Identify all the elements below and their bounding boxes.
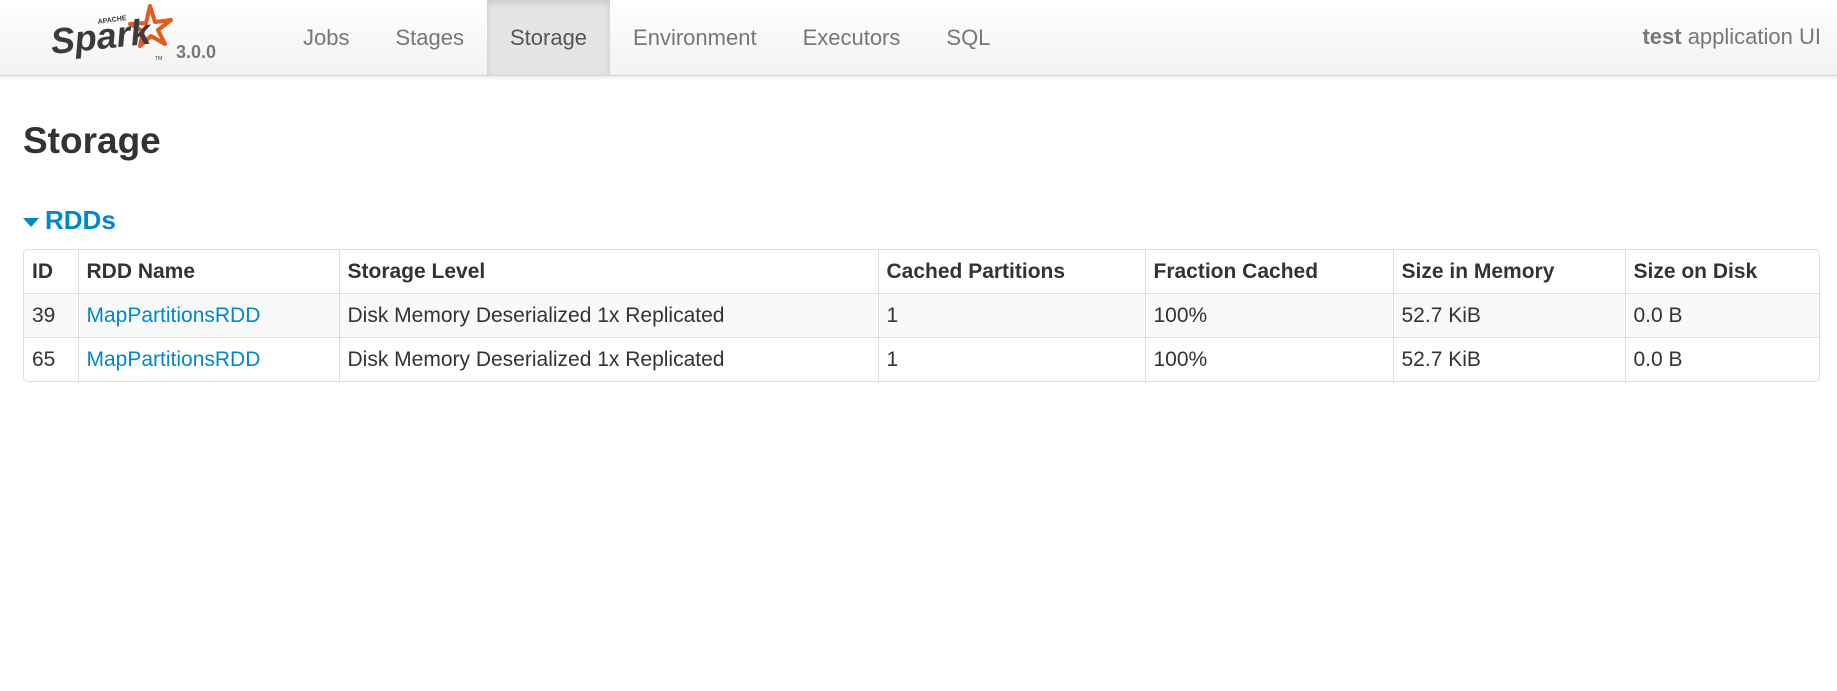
column-header-storage-level[interactable]: Storage Level <box>338 250 878 294</box>
triangle-down-icon <box>23 217 39 227</box>
column-header-cached-partitions[interactable]: Cached Partitions <box>877 250 1145 294</box>
spark-logo: APACHE Spark TM <box>52 4 173 62</box>
cell-storage-level: Disk Memory Deserialized 1x Replicated <box>338 337 878 381</box>
svg-text:TM: TM <box>155 56 162 62</box>
cell-size-on-disk: 0.0 B <box>1624 293 1819 338</box>
tab-sql[interactable]: SQL <box>923 0 1013 75</box>
rdd-table-container: ID RDD Name Storage Level Cached Partiti… <box>23 249 1820 382</box>
application-name-rest: application UI <box>1681 24 1821 49</box>
column-header-rdd-name[interactable]: RDD Name <box>77 250 339 294</box>
column-header-size-in-memory[interactable]: Size in Memory <box>1392 250 1625 294</box>
rdds-section-label: RDDs <box>45 205 116 235</box>
table-row: 65 MapPartitionsRDD Disk Memory Deserial… <box>24 337 1819 381</box>
tab-stages[interactable]: Stages <box>372 0 487 75</box>
cell-id: 65 <box>24 337 78 381</box>
table-header-row: ID RDD Name Storage Level Cached Partiti… <box>24 250 1819 294</box>
cell-size-in-memory: 52.7 KiB <box>1392 293 1625 338</box>
cell-size-on-disk: 0.0 B <box>1624 337 1819 381</box>
top-navbar: APACHE Spark TM 3.0.0 Jobs Stages Storag… <box>0 0 1837 76</box>
column-header-fraction-cached[interactable]: Fraction Cached <box>1144 250 1393 294</box>
cell-cached-partitions: 1 <box>877 293 1145 338</box>
cell-rdd-name: MapPartitionsRDD <box>77 293 339 338</box>
cell-rdd-name: MapPartitionsRDD <box>77 337 339 381</box>
cell-fraction-cached: 100% <box>1144 337 1393 381</box>
application-name: test application UI <box>1642 0 1821 75</box>
page-title: Storage <box>23 120 161 161</box>
cell-cached-partitions: 1 <box>877 337 1145 381</box>
svg-text:Spark: Spark <box>52 11 154 62</box>
rdd-name-link[interactable]: MapPartitionsRDD <box>87 348 261 371</box>
spark-version: 3.0.0 <box>176 42 217 62</box>
cell-fraction-cached: 100% <box>1144 293 1393 338</box>
rdd-name-link[interactable]: MapPartitionsRDD <box>87 304 261 327</box>
cell-storage-level: Disk Memory Deserialized 1x Replicated <box>338 293 878 338</box>
cell-size-in-memory: 52.7 KiB <box>1392 337 1625 381</box>
application-name-bold: test <box>1642 24 1682 49</box>
table-row: 39 MapPartitionsRDD Disk Memory Deserial… <box>24 293 1819 338</box>
column-header-size-on-disk[interactable]: Size on Disk <box>1624 250 1819 294</box>
column-header-id[interactable]: ID <box>24 250 78 294</box>
brand[interactable]: APACHE Spark TM 3.0.0 <box>52 2 222 72</box>
cell-id: 39 <box>24 293 78 338</box>
tab-environment[interactable]: Environment <box>610 0 780 75</box>
tab-executors[interactable]: Executors <box>780 0 924 75</box>
rdd-table: ID RDD Name Storage Level Cached Partiti… <box>24 250 1819 381</box>
tab-storage[interactable]: Storage <box>486 0 611 75</box>
main-nav: Jobs Stages Storage Environment Executor… <box>280 0 1013 75</box>
tab-jobs[interactable]: Jobs <box>280 0 372 75</box>
rdds-section-toggle[interactable]: RDDs <box>23 205 116 236</box>
